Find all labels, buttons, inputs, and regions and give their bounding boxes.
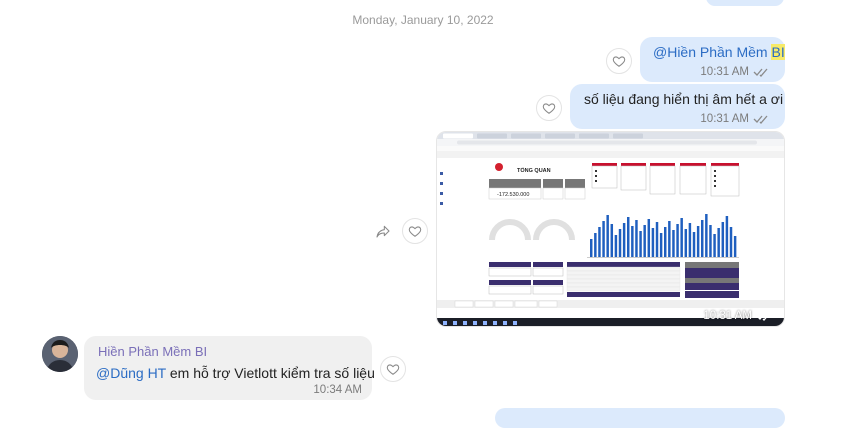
dashboard-bar [627, 217, 630, 257]
react-button[interactable] [402, 218, 428, 244]
dashboard-bar [647, 219, 651, 257]
message-time: 10:34 AM [313, 384, 362, 396]
dashboard-bar [717, 228, 720, 257]
avatar-image [42, 336, 78, 372]
react-button[interactable] [606, 48, 632, 74]
dashboard-bar [705, 214, 708, 257]
message-meta: 10:31 AM [700, 113, 771, 125]
dashboard-bar [664, 227, 667, 257]
dashboard-bar [651, 228, 655, 257]
sender-name[interactable]: Hiền Phần Mềm BI [98, 344, 207, 359]
dashboard-bar [618, 229, 622, 257]
dashboard-bar [602, 221, 605, 257]
double-check-icon [753, 115, 768, 124]
next-message-bubble [495, 408, 785, 428]
dashboard-bar [729, 227, 733, 257]
share-forward-icon [376, 225, 390, 238]
dashboard-bar [672, 230, 675, 257]
dashboard-bar [684, 229, 688, 257]
dashboard-bar [606, 215, 609, 257]
mention[interactable]: @Dũng HT [96, 365, 166, 381]
share-button[interactable] [370, 218, 396, 244]
heart-outline-icon [408, 226, 422, 237]
dashboard-kpi: -172.530.000 [497, 192, 529, 198]
dashboard-bar [692, 232, 696, 257]
dashboard-bar [659, 233, 663, 257]
dashboard-bar [668, 221, 671, 257]
dashboard-bar [631, 226, 634, 257]
dashboard-bar [622, 223, 626, 257]
dashboard-bar [680, 218, 683, 257]
double-check-icon [756, 312, 771, 321]
react-button[interactable] [380, 356, 406, 382]
dashboard-bar [639, 231, 642, 257]
message-time: 10:31 AM [700, 113, 749, 125]
message-meta: 10:31 AM [703, 310, 774, 322]
mention-highlight: BI [771, 44, 785, 60]
message-bubble-1[interactable]: @Hiền Phần Mềm BI 10:31 AM [640, 37, 785, 82]
dashboard-screenshot: TỔNG QUAN -172.530.000 [437, 132, 784, 326]
react-button[interactable] [536, 95, 562, 121]
dashboard-title: TỔNG QUAN [517, 167, 551, 174]
message-time: 10:31 AM [700, 66, 749, 78]
dashboard-bar [688, 223, 692, 257]
message-body: em hỗ trợ Vietlott kiểm tra số liệu [165, 365, 375, 381]
mention[interactable]: @Hiền Phần Mềm [653, 44, 771, 60]
dashboard-bar [594, 233, 597, 257]
dashboard-bar [701, 220, 704, 257]
dashboard-bar [614, 235, 618, 257]
dashboard-bar [709, 225, 712, 257]
message-meta: 10:34 AM [313, 384, 362, 396]
dashboard-bar [655, 222, 659, 257]
dashboard-bar [676, 224, 679, 257]
dashboard-bar [721, 222, 725, 257]
dashboard-bar [590, 239, 593, 257]
previous-message-bubble [706, 0, 784, 6]
image-attachment[interactable]: TỔNG QUAN -172.530.000 10:31 AM [436, 131, 785, 327]
date-separator: Monday, January 10, 2022 [352, 13, 494, 27]
heart-outline-icon [386, 364, 400, 375]
message-text: @Dũng HT em hỗ trợ Vietlott kiểm tra số … [96, 365, 375, 381]
heart-outline-icon [542, 103, 556, 114]
heart-outline-icon [612, 56, 626, 67]
avatar[interactable] [42, 336, 78, 372]
dashboard-bar [598, 227, 601, 257]
dashboard-bar [635, 220, 638, 257]
message-text: @Hiền Phần Mềm BI [653, 44, 785, 60]
double-check-icon [753, 68, 768, 77]
message-bubble-4[interactable]: Hiền Phần Mềm BI @Dũng HT em hỗ trợ Viet… [84, 336, 375, 400]
dashboard-bar [725, 216, 729, 257]
message-text: số liệu đang hiển thị âm hết a ơi [584, 91, 784, 107]
dashboard-bar [610, 224, 614, 257]
message-bubble-2[interactable]: số liệu đang hiển thị âm hết a ơi 10:31 … [570, 84, 785, 129]
dashboard-bar [713, 234, 716, 257]
dashboard-bar [733, 236, 737, 257]
message-time: 10:31 AM [703, 310, 752, 322]
dashboard-bar [643, 225, 646, 257]
message-meta: 10:31 AM [700, 66, 771, 78]
dashboard-bar [696, 226, 700, 257]
